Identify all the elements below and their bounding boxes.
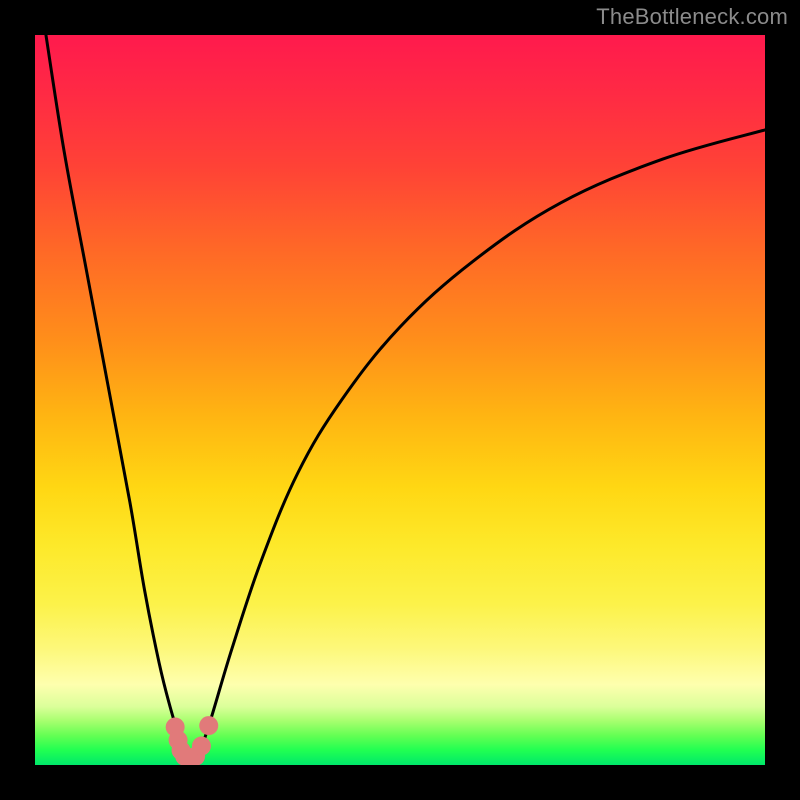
chart-frame: TheBottleneck.com	[0, 0, 800, 800]
watermark-text: TheBottleneck.com	[596, 4, 788, 30]
plot-area	[35, 35, 765, 765]
gradient-background	[35, 35, 765, 765]
